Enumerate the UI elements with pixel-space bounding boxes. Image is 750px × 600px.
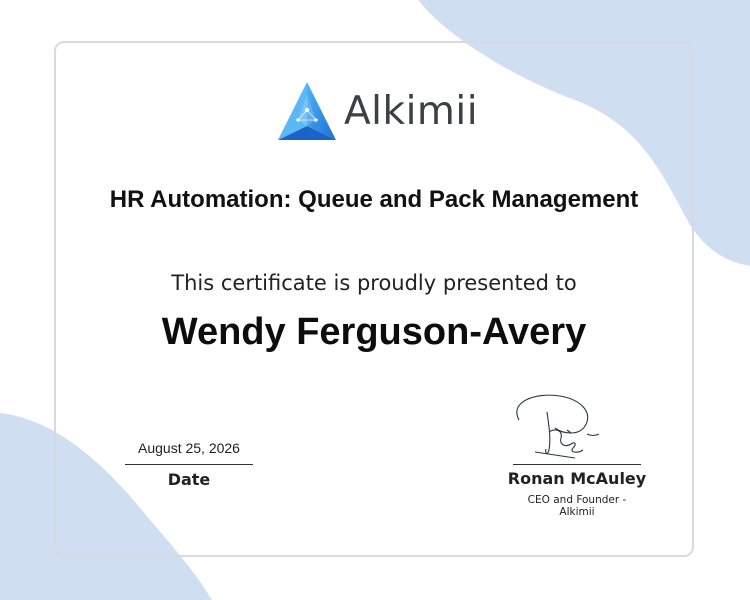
presented-to-text: This certificate is proudly presented to xyxy=(171,271,577,295)
date-label: Date xyxy=(167,470,211,489)
alkimii-triangle-logo-icon xyxy=(278,82,336,140)
date-underline xyxy=(125,464,253,465)
certificate-page: Alkimii HR Automation: Queue and Pack Ma… xyxy=(0,0,750,600)
handwritten-signature xyxy=(516,394,600,459)
issue-date: August 25, 2026 xyxy=(138,440,240,456)
signature-underline xyxy=(513,464,641,465)
signer-title-line-1: CEO and Founder - xyxy=(527,494,627,506)
signer-title-line-2: Alkimii xyxy=(559,506,595,518)
signer-name: Ronan McAuley xyxy=(507,469,647,488)
alkimii-logo: Alkimii xyxy=(276,80,478,142)
signer-title: CEO and Founder - Alkimii xyxy=(507,494,647,518)
logo-wordmark: Alkimii xyxy=(344,88,479,134)
course-title: HR Automation: Queue and Pack Management xyxy=(109,186,639,213)
recipient-name: Wendy Ferguson-Avery xyxy=(161,311,587,353)
